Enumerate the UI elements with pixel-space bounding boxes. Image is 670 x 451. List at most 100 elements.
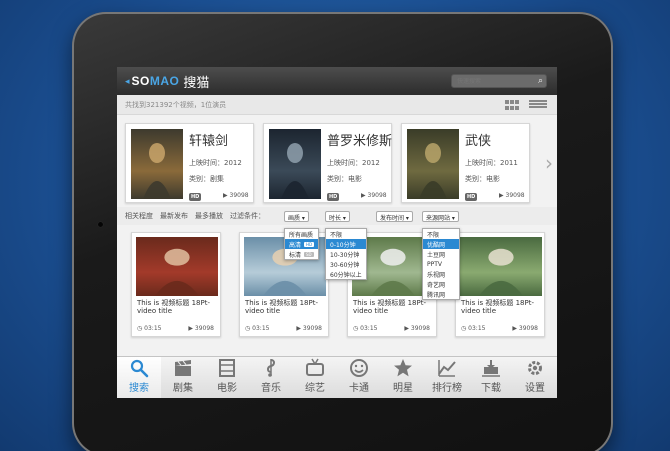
featured-card[interactable]: 武侠上映时间：2011 类别：电影 HD ▶ 39098 [401, 123, 530, 203]
tab-label: 排行榜 [432, 383, 462, 394]
duration-text: 03:15 [144, 325, 162, 332]
source-option[interactable]: 优酷网 [423, 239, 459, 249]
video-thumb-3[interactable] [460, 237, 542, 296]
source-option[interactable]: 腾讯网 [423, 289, 459, 299]
featured-poster-2[interactable] [407, 129, 459, 199]
video-card[interactable]: This is 视频标题 18Pt-video title ◷ 03:15 ▶ 39… [455, 232, 545, 337]
tab-gear[interactable]: 设置 [513, 357, 557, 398]
poster-image[interactable] [131, 129, 183, 199]
featured-card[interactable]: 普罗米修斯 上映时间：2012 类别：电影 HD ▶ 39098 [263, 123, 392, 203]
source-option[interactable]: PPTV [423, 259, 459, 269]
play-count: ▶ 39098 [296, 325, 322, 332]
tab-download[interactable]: 下载 [469, 357, 513, 398]
tab-music[interactable]: 音乐 [249, 357, 293, 398]
play-count: ▶ 39098 [404, 325, 430, 332]
duration-option[interactable]: 不限 [326, 229, 366, 239]
tv-icon [306, 358, 324, 376]
poster-image[interactable] [269, 129, 321, 199]
duration-text: 03:15 [252, 325, 270, 332]
featured-title[interactable]: 普罗米修斯 [327, 130, 392, 149]
quality-menu: 所有画质 高清 HD 标清 SD [284, 228, 319, 260]
duration-option-text: 10-30分钟 [330, 251, 360, 259]
category: 类别：电影 [327, 175, 362, 183]
video-thumbnail[interactable] [460, 237, 542, 296]
quality-dropdown[interactable]: 画质 ▾ [284, 211, 309, 222]
duration-option[interactable]: 60分钟以上 [326, 269, 366, 279]
source-option-text: 优酷网 [427, 241, 446, 249]
video-title[interactable]: This is 视频标题 18Pt-video title [461, 299, 543, 315]
music-icon [267, 359, 275, 377]
tab-film[interactable]: 电影 [205, 357, 249, 398]
result-summary-bar: 共找到321392个视频，1位演员 [117, 95, 557, 115]
duration-dropdown[interactable]: 时长 ▾ [325, 211, 350, 222]
tab-label: 下载 [481, 383, 501, 394]
tab-search[interactable]: 搜索 [117, 357, 161, 398]
featured-title[interactable]: 武侠 [465, 130, 491, 149]
search-icon[interactable]: ⌕ [538, 76, 543, 86]
tab-label: 设置 [525, 383, 545, 394]
duration-option-text: 60分钟以上 [330, 271, 362, 279]
source-option[interactable]: 土豆网 [423, 249, 459, 259]
source-menu: 不限优酷网 土豆网 PPTV 乐视网 奇艺网腾讯网 [422, 228, 460, 300]
tab-chart[interactable]: 排行榜 [425, 357, 469, 398]
release-time-dropdown[interactable]: 发布时间 ▾ [376, 211, 413, 222]
tab-tv[interactable]: 综艺 [293, 357, 337, 398]
grid-view-icon[interactable] [505, 100, 523, 110]
play-count: ▶ 39098 [512, 325, 538, 332]
video-thumbnail[interactable] [136, 237, 218, 296]
poster-image[interactable] [407, 129, 459, 199]
source-option[interactable]: 不限 [423, 229, 459, 239]
quality-badge: HD [304, 241, 315, 247]
tab-label: 综艺 [305, 383, 325, 394]
video-title[interactable]: This is 视频标题 18Pt-video title [353, 299, 435, 315]
featured-card[interactable]: 轩辕剑 上映时间：2012 类别：剧集 HD ▶ 39098 [125, 123, 254, 203]
tab-star[interactable]: 明星 [381, 357, 425, 398]
tab-clapper[interactable]: 剧集 [161, 357, 205, 398]
release-year: 上映时间：2011 [465, 159, 518, 167]
quality-option[interactable]: 标清 SD [285, 249, 318, 259]
duration-option[interactable]: 10-30分钟 [326, 249, 366, 259]
quality-option-text: 所有画质 [289, 231, 314, 239]
quality-option[interactable]: 所有画质 [285, 229, 318, 239]
video-title[interactable]: This is 视频标题 18Pt-video title [245, 299, 327, 315]
source-option-text: PPTV [427, 260, 443, 268]
logo[interactable]: ◂ SO MAO 搜猫 [125, 72, 209, 91]
featured-poster-1[interactable] [269, 129, 321, 199]
list-view-icon[interactable] [529, 100, 547, 110]
duration-option[interactable]: 30-60分钟 [326, 259, 366, 269]
source-site-dropdown[interactable]: 来源网站 ▾ [422, 211, 459, 222]
video-thumb-0[interactable] [136, 237, 218, 296]
bottom-tab-bar: 搜索 剧集 电影 音乐 综艺 卡通 明星 排行榜 下载 设置 [117, 356, 557, 398]
duration: ◷ 03:15 [137, 325, 161, 332]
smiley-icon [350, 359, 368, 377]
video-title[interactable]: This is 视频标题 18Pt-video title [137, 299, 219, 315]
sort-relevance[interactable]: 相关程度 [125, 211, 153, 221]
tab-label: 剧集 [173, 383, 193, 394]
back-arrow-icon[interactable]: ◂ [125, 76, 130, 87]
duration: ◷ 03:15 [461, 325, 485, 332]
category: 类别：剧集 [189, 175, 224, 183]
tab-smiley[interactable]: 卡通 [337, 357, 381, 398]
video-card[interactable]: This is 视频标题 18Pt-video title ◷ 03:15 ▶ 39… [131, 232, 221, 337]
hd-badge: HD [465, 193, 478, 201]
next-arrow-icon[interactable]: › [545, 153, 553, 173]
logo-mao: MAO [149, 74, 180, 88]
source-option[interactable]: 奇艺网 [423, 279, 459, 289]
search-box[interactable]: ⌕ [451, 74, 547, 88]
category: 类别：电影 [465, 175, 500, 183]
quality-badge: SD [304, 251, 314, 257]
search-input[interactable] [457, 77, 535, 85]
source-option[interactable]: 乐视网 [423, 269, 459, 279]
sort-most-played[interactable]: 最多播放 [195, 211, 223, 221]
download-icon [482, 360, 500, 377]
play-count: ▶ 39098 [188, 325, 214, 332]
source-option-text: 腾讯网 [427, 291, 446, 299]
featured-title[interactable]: 轩辕剑 [189, 130, 228, 149]
featured-poster-0[interactable] [131, 129, 183, 199]
duration-option-text: 30-60分钟 [330, 261, 360, 269]
sort-latest[interactable]: 最新发布 [160, 211, 188, 221]
play-count: ▶ 39098 [499, 192, 525, 199]
duration-option[interactable]: 0-10分钟 [326, 239, 366, 249]
filter-conditions-label: 过滤条件： [230, 212, 265, 220]
quality-option[interactable]: 高清 HD [285, 239, 318, 249]
